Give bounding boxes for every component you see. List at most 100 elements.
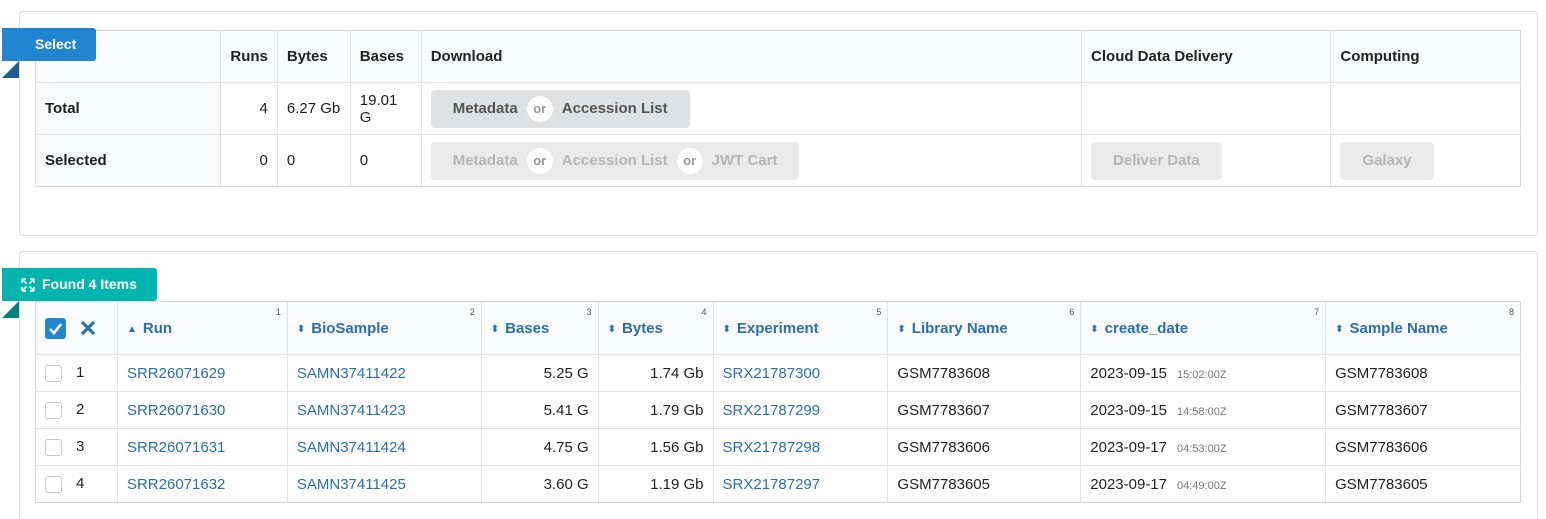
header-runs: Runs [220, 30, 278, 83]
table-row: 1 SRR26071629 SAMN37411422 5.25 G 1.74 G… [35, 354, 1521, 392]
header-download: Download [420, 30, 1082, 83]
selected-bases: 0 [349, 134, 422, 187]
experiment-link[interactable]: SRX21787298 [723, 439, 821, 456]
sort-icon: ⬍ [897, 323, 906, 335]
biosample-link[interactable]: SAMN37411423 [297, 402, 406, 419]
biosample-link[interactable]: SAMN37411424 [297, 439, 406, 456]
column-label: create_date [1104, 319, 1189, 337]
experiment-link[interactable]: SRX21787299 [723, 402, 821, 419]
table-row: 4 SRR26071632 SAMN37411425 3.60 G 1.19 G… [35, 465, 1521, 503]
galaxy-button[interactable]: Galaxy [1340, 141, 1434, 180]
bytes-cell: 1.79 Gb [597, 391, 714, 429]
sample-name-cell: GSM7783606 [1325, 428, 1521, 466]
sort-icon: ⬍ [722, 323, 731, 335]
selected-accession-list-button[interactable]: Accession List [539, 141, 690, 180]
date-text: 2023-09-17 [1090, 438, 1167, 456]
total-computing-cell [1330, 82, 1521, 135]
column-label: Experiment [736, 319, 819, 337]
jwt-cart-button[interactable]: JWT Cart [689, 141, 800, 180]
sort-icon: ⬍ [490, 323, 500, 335]
results-table: ▲ Run 1 ⬍ BioSample 2 ⬍ Bases 3 ⬍ Bytes 4 ⬍ Exper… [35, 301, 1521, 503]
column-header-bytes[interactable]: ⬍ Bytes 4 [597, 301, 714, 355]
create-date-cell: 2023-09-17 04:53:00Z [1080, 428, 1326, 466]
biosample-link[interactable]: SAMN37411425 [297, 476, 406, 493]
experiment-link[interactable]: SRX21787297 [723, 476, 821, 493]
column-number: 7 [1314, 307, 1320, 317]
column-label: Library Name [911, 319, 1008, 337]
row-checkbox[interactable] [45, 364, 62, 382]
date-text: 2023-09-17 [1090, 475, 1167, 493]
select-ribbon: Select [2, 28, 96, 61]
or-divider: or [526, 95, 553, 122]
column-header-create-date[interactable]: ⬍ create_date 7 [1080, 301, 1326, 355]
sort-icon: ⬍ [296, 323, 306, 335]
column-header-experiment[interactable]: ⬍ Experiment 5 [712, 301, 888, 355]
summary-table: Runs Bytes Bases Download Cloud Data Del… [34, 30, 1521, 187]
bases-cell: 5.25 G [480, 354, 599, 392]
time-text: 15:02:00Z [1177, 368, 1227, 381]
experiment-link[interactable]: SRX21787300 [723, 365, 821, 382]
library-name-cell: GSM7783605 [887, 465, 1081, 503]
select-all-checkbox[interactable] [45, 317, 66, 339]
column-number: 4 [701, 307, 707, 317]
row-checkbox[interactable] [45, 438, 62, 456]
selected-label: Selected [34, 134, 221, 187]
total-accession-list-button[interactable]: Accession List [539, 89, 690, 128]
row-index: 3 [76, 438, 85, 456]
row-checkbox[interactable] [45, 475, 62, 493]
total-metadata-button[interactable]: Metadata [430, 89, 540, 128]
ribbon-fold [2, 301, 19, 318]
sort-ascending-icon: ▲ [126, 323, 137, 335]
library-name-cell: GSM7783608 [887, 354, 1081, 392]
column-header-biosample[interactable]: ⬍ BioSample 2 [286, 301, 482, 355]
time-text: 04:49:00Z [1177, 479, 1227, 492]
sort-icon: ⬍ [1335, 323, 1344, 335]
total-bytes: 6.27 Gb [276, 82, 351, 135]
header-cloud-delivery: Cloud Data Delivery [1081, 30, 1331, 83]
column-number: 8 [1508, 307, 1514, 317]
table-row: 2 SRR26071630 SAMN37411423 5.41 G 1.79 G… [35, 391, 1521, 429]
column-label: Bases [505, 319, 550, 337]
selected-computing-cell: Galaxy [1330, 134, 1521, 187]
select-all-header [35, 301, 118, 355]
total-download-cell: Metadata or Accession List [420, 82, 1082, 135]
sample-name-cell: GSM7783605 [1325, 465, 1521, 503]
sort-icon: ⬍ [1090, 323, 1099, 335]
bases-cell: 5.41 G [480, 391, 599, 429]
selected-metadata-button[interactable]: Metadata [430, 141, 540, 180]
column-header-library-name[interactable]: ⬍ Library Name 6 [887, 301, 1081, 355]
header-bytes: Bytes [276, 30, 351, 83]
column-label: Run [142, 319, 173, 337]
column-header-run[interactable]: ▲ Run 1 [116, 301, 288, 355]
library-name-cell: GSM7783607 [887, 391, 1081, 429]
header-computing: Computing [1330, 30, 1521, 83]
run-link[interactable]: SRR26071630 [127, 402, 225, 419]
clear-selection-icon[interactable] [80, 320, 96, 336]
bases-cell: 4.75 G [480, 428, 599, 466]
bytes-cell: 1.56 Gb [597, 428, 714, 466]
biosample-link[interactable]: SAMN37411422 [297, 365, 406, 382]
deliver-data-button[interactable]: Deliver Data [1091, 141, 1222, 180]
time-text: 04:53:00Z [1177, 442, 1227, 455]
column-header-bases[interactable]: ⬍ Bases 3 [480, 301, 599, 355]
date-text: 2023-09-15 [1090, 364, 1167, 382]
column-header-sample-name[interactable]: ⬍ Sample Name 8 [1325, 301, 1521, 355]
row-select-cell: 2 [35, 391, 118, 429]
create-date-cell: 2023-09-15 14:58:00Z [1080, 391, 1326, 429]
selected-download-cell: Metadata or Accession List or JWT Cart [420, 134, 1082, 187]
time-text: 14:58:00Z [1177, 405, 1227, 418]
run-link[interactable]: SRR26071629 [127, 365, 225, 382]
run-link[interactable]: SRR26071632 [127, 476, 225, 493]
header-bases: Bases [349, 30, 422, 83]
row-select-cell: 3 [35, 428, 118, 466]
column-number: 2 [469, 307, 475, 317]
run-link[interactable]: SRR26071631 [127, 439, 225, 456]
total-cloud-cell [1081, 82, 1331, 135]
create-date-cell: 2023-09-15 15:02:00Z [1080, 354, 1326, 392]
selected-cloud-cell: Deliver Data [1081, 134, 1331, 187]
bytes-cell: 1.74 Gb [597, 354, 714, 392]
row-checkbox[interactable] [45, 401, 62, 419]
column-label: Bytes [622, 319, 663, 337]
sample-name-cell: GSM7783607 [1325, 391, 1521, 429]
found-items-ribbon: Found 4 Items [2, 268, 157, 301]
